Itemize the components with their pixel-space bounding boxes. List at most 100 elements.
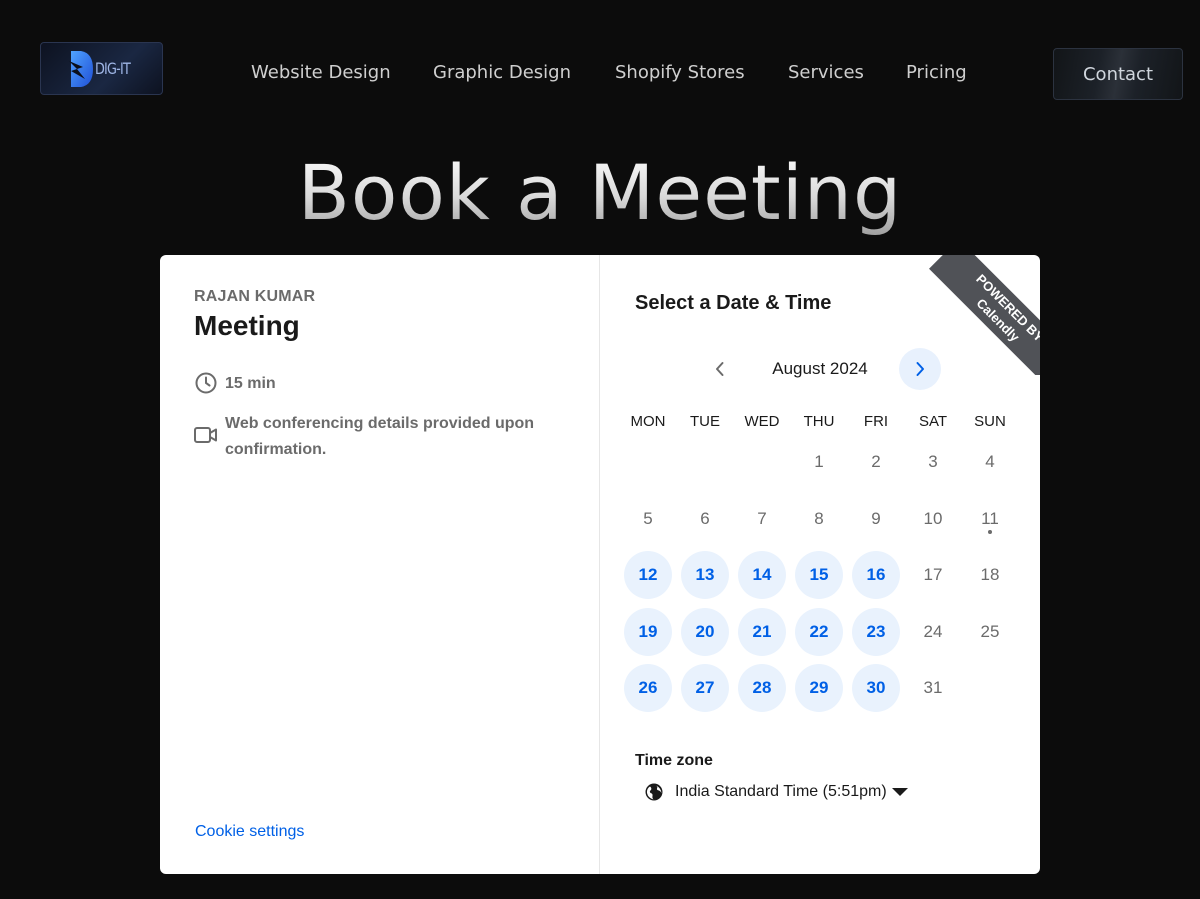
- day-number: 21: [752, 622, 772, 641]
- nav-shopify-stores[interactable]: Shopify Stores: [615, 62, 745, 83]
- weekday-wed: WED: [744, 413, 780, 430]
- weekday-tue: TUE: [690, 413, 720, 430]
- calendar-day: 3: [909, 438, 957, 486]
- day-number: 31: [923, 678, 943, 697]
- day-number: 2: [871, 452, 881, 471]
- available-day-button[interactable]: 15: [795, 551, 843, 599]
- day-number: 14: [752, 565, 772, 584]
- powered-by-calendly-link[interactable]: POWERED BY Calendly: [929, 255, 1040, 375]
- clock-icon: [194, 371, 218, 395]
- day-number: 3: [928, 452, 938, 471]
- page-title: Book a Meeting: [0, 148, 1200, 237]
- calendar-day: 2: [852, 438, 900, 486]
- day-number: 4: [985, 452, 995, 471]
- calendar-day: 8: [795, 495, 843, 543]
- day-number: 12: [638, 565, 658, 584]
- available-day-button[interactable]: 30: [852, 664, 900, 712]
- weekday-thu: THU: [803, 413, 835, 430]
- day-number: 8: [814, 509, 824, 528]
- chevron-left-icon: [716, 362, 724, 376]
- day-number: 27: [695, 678, 715, 697]
- available-day-button[interactable]: 22: [795, 608, 843, 656]
- day-number: 23: [866, 622, 886, 641]
- available-day-button[interactable]: 19: [624, 608, 672, 656]
- event-name: Meeting: [194, 310, 300, 341]
- day-number: 17: [923, 565, 943, 584]
- day-number: 6: [700, 509, 710, 528]
- calendar-week: 12 13 14 15 16 17 18: [620, 551, 1020, 599]
- day-number: 5: [643, 509, 653, 528]
- day-number: 7: [757, 509, 767, 528]
- weekday-sun: SUN: [974, 413, 1006, 430]
- available-day-button[interactable]: 16: [852, 551, 900, 599]
- calendar-day: 25: [966, 608, 1014, 656]
- timezone-value: India Standard Time (5:51pm): [675, 783, 887, 800]
- available-day-button[interactable]: 14: [738, 551, 786, 599]
- available-day-button[interactable]: 20: [681, 608, 729, 656]
- day-number: 16: [866, 565, 886, 584]
- day-number: 10: [923, 509, 943, 528]
- powered-by-ribbon: POWERED BY Calendly: [925, 255, 1040, 375]
- available-day-button[interactable]: 13: [681, 551, 729, 599]
- select-date-title: Select a Date & Time: [635, 292, 832, 314]
- scheduling-widget: RAJAN KUMAR Meeting 15 min Web conferenc…: [160, 255, 1040, 874]
- video-camera-icon: [194, 423, 218, 447]
- day-number: 11: [981, 509, 999, 528]
- calendar-day: 5: [624, 495, 672, 543]
- calendar-week: 26 27 28 29 30 31: [620, 664, 1020, 712]
- previous-month-button[interactable]: [699, 348, 741, 390]
- nav-services[interactable]: Services: [788, 62, 864, 83]
- organizer-name: RAJAN KUMAR: [194, 288, 316, 305]
- globe-icon: [645, 783, 663, 801]
- day-number: 1: [814, 452, 824, 471]
- weekday-sat: SAT: [918, 413, 948, 430]
- calendar-day: 11: [966, 495, 1014, 543]
- weekday-fri: FRI: [863, 413, 889, 430]
- available-day-button[interactable]: 26: [624, 664, 672, 712]
- day-number: 20: [695, 622, 715, 641]
- day-number: 18: [980, 565, 1000, 584]
- location-text: Web conferencing details provided upon c…: [225, 415, 535, 458]
- timezone-label: Time zone: [635, 752, 713, 769]
- day-number: 9: [871, 509, 881, 528]
- calendar-day: 17: [909, 551, 957, 599]
- nav-pricing[interactable]: Pricing: [906, 62, 967, 83]
- day-number: 30: [866, 678, 886, 697]
- calendar-day: 31: [909, 664, 957, 712]
- duration-text: 15 min: [225, 375, 276, 392]
- day-number: 28: [752, 678, 772, 697]
- event-details-pane: RAJAN KUMAR Meeting 15 min Web conferenc…: [160, 255, 600, 874]
- day-number: 15: [809, 565, 829, 584]
- cookie-settings-link[interactable]: Cookie settings: [195, 823, 304, 841]
- calendar-day: 1: [795, 438, 843, 486]
- duration-row: 15 min: [194, 371, 276, 397]
- main-nav: Website Design Graphic Design Shopify St…: [0, 62, 1200, 86]
- calendar-week: 1 2 3 4: [620, 438, 1020, 486]
- contact-button[interactable]: Contact: [1053, 48, 1183, 100]
- day-number: 22: [809, 622, 829, 641]
- calendar-week: 5 6 7 8 9 10 11: [620, 495, 1020, 543]
- caret-down-icon: [891, 788, 908, 796]
- timezone-select[interactable]: India Standard Time (5:51pm): [644, 782, 909, 802]
- available-day-button[interactable]: 21: [738, 608, 786, 656]
- calendar-day: 18: [966, 551, 1014, 599]
- day-number: 25: [980, 622, 1000, 641]
- today-indicator: [988, 530, 992, 534]
- day-number: 26: [638, 678, 658, 697]
- calendar-day: 6: [681, 495, 729, 543]
- available-day-button[interactable]: 23: [852, 608, 900, 656]
- month-label: August 2024: [772, 359, 868, 378]
- weekday-mon: MON: [630, 413, 666, 430]
- available-day-button[interactable]: 12: [624, 551, 672, 599]
- available-day-button[interactable]: 27: [681, 664, 729, 712]
- calendar-day: 24: [909, 608, 957, 656]
- nav-website-design[interactable]: Website Design: [251, 62, 391, 83]
- available-day-button[interactable]: 28: [738, 664, 786, 712]
- calendar-week: 19 20 21 22 23 24 25: [620, 608, 1020, 656]
- day-number: 19: [638, 622, 658, 641]
- available-day-button[interactable]: 29: [795, 664, 843, 712]
- calendar-day: 4: [966, 438, 1014, 486]
- calendar-day: 9: [852, 495, 900, 543]
- location-row: Web conferencing details provided upon c…: [194, 411, 574, 463]
- nav-graphic-design[interactable]: Graphic Design: [433, 62, 571, 83]
